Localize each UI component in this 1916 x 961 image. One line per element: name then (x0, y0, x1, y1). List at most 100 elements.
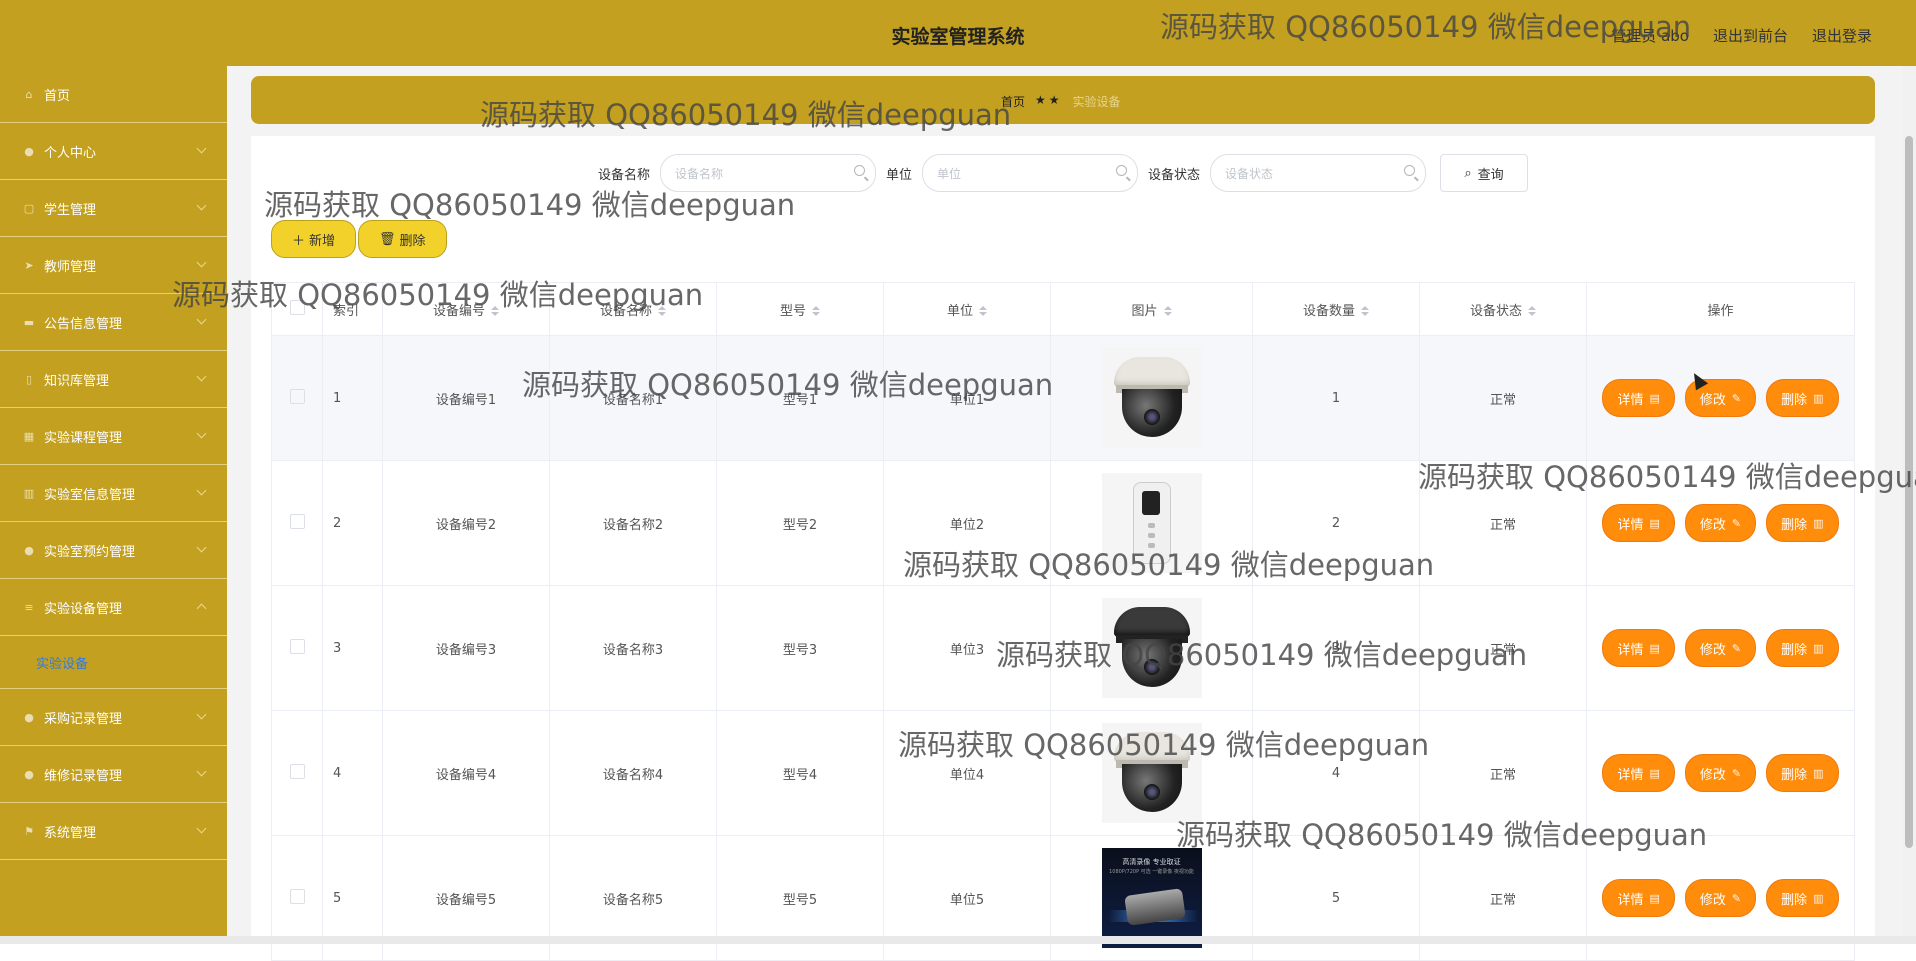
exit-to-front-link[interactable]: 退出到前台 (1713, 25, 1788, 46)
col-unit[interactable]: 单位 (883, 282, 1051, 336)
sidebar-subitem-equipment[interactable]: 实验设备 (0, 636, 227, 689)
name-search-input[interactable]: 设备名称 (659, 154, 876, 192)
col-model[interactable]: 型号 (716, 282, 884, 336)
sidebar-item-teachers[interactable]: ➤ 教师管理 (0, 237, 227, 294)
edit-button[interactable]: 修改 ✎ (1684, 629, 1757, 667)
breadcrumb-home[interactable]: 首页 (1001, 93, 1025, 110)
sort-icon[interactable] (812, 306, 820, 316)
user-icon: ● (24, 767, 34, 781)
sort-icon[interactable] (658, 306, 666, 316)
sort-icon[interactable] (1528, 306, 1536, 316)
select-all-checkbox[interactable] (289, 299, 305, 315)
status-search-placeholder: 设备状态 (1225, 166, 1274, 181)
cell-qty: 1 (1252, 335, 1420, 461)
equipment-image[interactable] (1101, 348, 1202, 448)
edit-button[interactable]: 修改 ✎ (1684, 754, 1757, 792)
batch-delete-button[interactable]: 🗑 删除 (358, 220, 447, 258)
query-button[interactable]: ⌕ 查询 (1440, 154, 1529, 192)
sidebar-item-knowledge-base[interactable]: ▯ 知识库管理 (0, 351, 227, 408)
equipment-image[interactable] (1101, 473, 1202, 573)
col-qty-label: 设备数量 (1302, 303, 1355, 319)
home-icon: ⌂ (25, 87, 33, 101)
sidebar-item-home[interactable]: ⌂ 首页 (0, 66, 227, 123)
cell-index: 1 (322, 335, 383, 461)
detail-button[interactable]: 详情 ▤ (1602, 879, 1675, 917)
document-icon: ▤ (1649, 891, 1660, 905)
sidebar-item-lab-booking[interactable]: ● 实验室预约管理 (0, 522, 227, 579)
cell-index: 3 (322, 585, 383, 711)
col-image[interactable]: 图片 (1050, 282, 1253, 336)
sidebar-item-equipment[interactable]: ≡ 实验设备管理 (0, 579, 227, 636)
cell-image (1050, 460, 1253, 586)
sort-icon[interactable] (1163, 306, 1172, 316)
col-image-label: 图片 (1131, 303, 1158, 319)
row-checkbox[interactable] (289, 388, 305, 404)
status-search-input[interactable]: 设备状态 (1210, 154, 1427, 192)
delete-label: 删除 (1781, 767, 1808, 783)
scroll-thumb[interactable] (1905, 136, 1913, 848)
sidebar-item-label: 个人中心 (44, 145, 97, 161)
trash-icon: ▥ (1813, 641, 1824, 655)
sidebar-item-personal-center[interactable]: ● 个人中心 (0, 123, 227, 180)
sidebar-item-label: 实验室预约管理 (44, 544, 136, 560)
cell-ops: 详情 ▤ 修改 ✎ 删除 ▥ (1586, 335, 1855, 461)
sidebar-item-courses[interactable]: ▦ 实验课程管理 (0, 408, 227, 465)
detail-button[interactable]: 详情 ▤ (1602, 379, 1675, 417)
equipment-image[interactable] (1101, 598, 1202, 698)
delete-button[interactable]: 删除 ▥ (1766, 879, 1839, 917)
cell-index: 4 (322, 710, 383, 836)
sort-icon[interactable] (979, 306, 987, 316)
delete-button[interactable]: 删除 ▥ (1766, 379, 1839, 417)
horizontal-scrollbar[interactable] (0, 936, 1916, 944)
edit-label: 修改 (1699, 892, 1726, 908)
row-select-cell (271, 335, 323, 461)
delete-label: 删除 (1781, 392, 1808, 408)
delete-label: 删除 (1781, 892, 1808, 908)
delete-button[interactable]: 删除 ▥ (1766, 754, 1839, 792)
row-checkbox[interactable] (289, 513, 305, 529)
search-icon: ⌕ (1464, 165, 1472, 181)
cell-status: 正常 (1419, 710, 1587, 836)
row-checkbox[interactable] (289, 763, 305, 779)
vertical-scrollbar[interactable] (1902, 66, 1916, 936)
cell-model: 型号4 (716, 710, 884, 836)
detail-button[interactable]: 详情 ▤ (1602, 754, 1675, 792)
sidebar-item-announcements[interactable]: ▬ 公告信息管理 (0, 294, 227, 351)
equipment-image[interactable]: 高清录像 专业取证 1080P/720P 可选 一键录像 夜视功能 (1101, 848, 1202, 948)
sort-icon[interactable] (1361, 306, 1369, 316)
unit-search-input[interactable]: 单位 (922, 154, 1138, 192)
delete-button[interactable]: 删除 ▥ (1766, 504, 1839, 542)
add-button-label: 新增 (309, 233, 336, 249)
detail-button[interactable]: 详情 ▤ (1602, 629, 1675, 667)
batch-delete-label: 删除 (399, 233, 426, 249)
delete-button[interactable]: 删除 ▥ (1766, 629, 1839, 667)
col-name[interactable]: 设备名称 (549, 282, 717, 336)
detail-button[interactable]: 详情 ▤ (1602, 504, 1675, 542)
search-form: 设备名称 设备名称 单位 单位 设备状态 设备状态 ⌕ 查询 (251, 154, 1875, 192)
sidebar-item-purchases[interactable]: ● 采购记录管理 (0, 689, 227, 746)
dome-camera-icon (1110, 355, 1194, 441)
row-checkbox[interactable] (289, 888, 305, 904)
sidebar-item-lab-info[interactable]: ▥ 实验室信息管理 (0, 465, 227, 522)
row-checkbox[interactable] (289, 638, 305, 654)
col-qty[interactable]: 设备数量 (1252, 282, 1420, 336)
logout-link[interactable]: 退出登录 (1812, 25, 1872, 46)
add-button[interactable]: ＋新增 (271, 220, 357, 258)
main-content: 首页 ★★ 实验设备 设备名称 设备名称 单位 单位 设备状态 设备状态 ⌕ 查询… (227, 66, 1916, 961)
edit-button[interactable]: 修改 ✎ (1684, 504, 1757, 542)
sidebar-item-repairs[interactable]: ● 维修记录管理 (0, 746, 227, 803)
pencil-icon: ✎ (1731, 891, 1742, 905)
edit-button[interactable]: 修改 ✎ (1684, 879, 1757, 917)
sidebar-item-system[interactable]: ⚑ 系统管理 (0, 803, 227, 860)
chevron-down-icon (196, 766, 207, 777)
equipment-image[interactable] (1101, 723, 1202, 823)
send-icon: ➤ (24, 258, 34, 272)
col-status[interactable]: 设备状态 (1419, 282, 1587, 336)
col-code[interactable]: 设备编号 (382, 282, 550, 336)
sort-icon[interactable] (491, 306, 499, 316)
table-row: 1 设备编号1 设备名称1 型号1 单位1 1 正常 详情 ▤ 修改 ✎ 删除 ▥ (271, 335, 1855, 461)
sidebar-item-label: 维修记录管理 (44, 768, 123, 784)
cell-ops: 详情 ▤ 修改 ✎ 删除 ▥ (1586, 460, 1855, 586)
edit-label: 修改 (1699, 517, 1726, 533)
sidebar-item-students[interactable]: ▢ 学生管理 (0, 180, 227, 237)
